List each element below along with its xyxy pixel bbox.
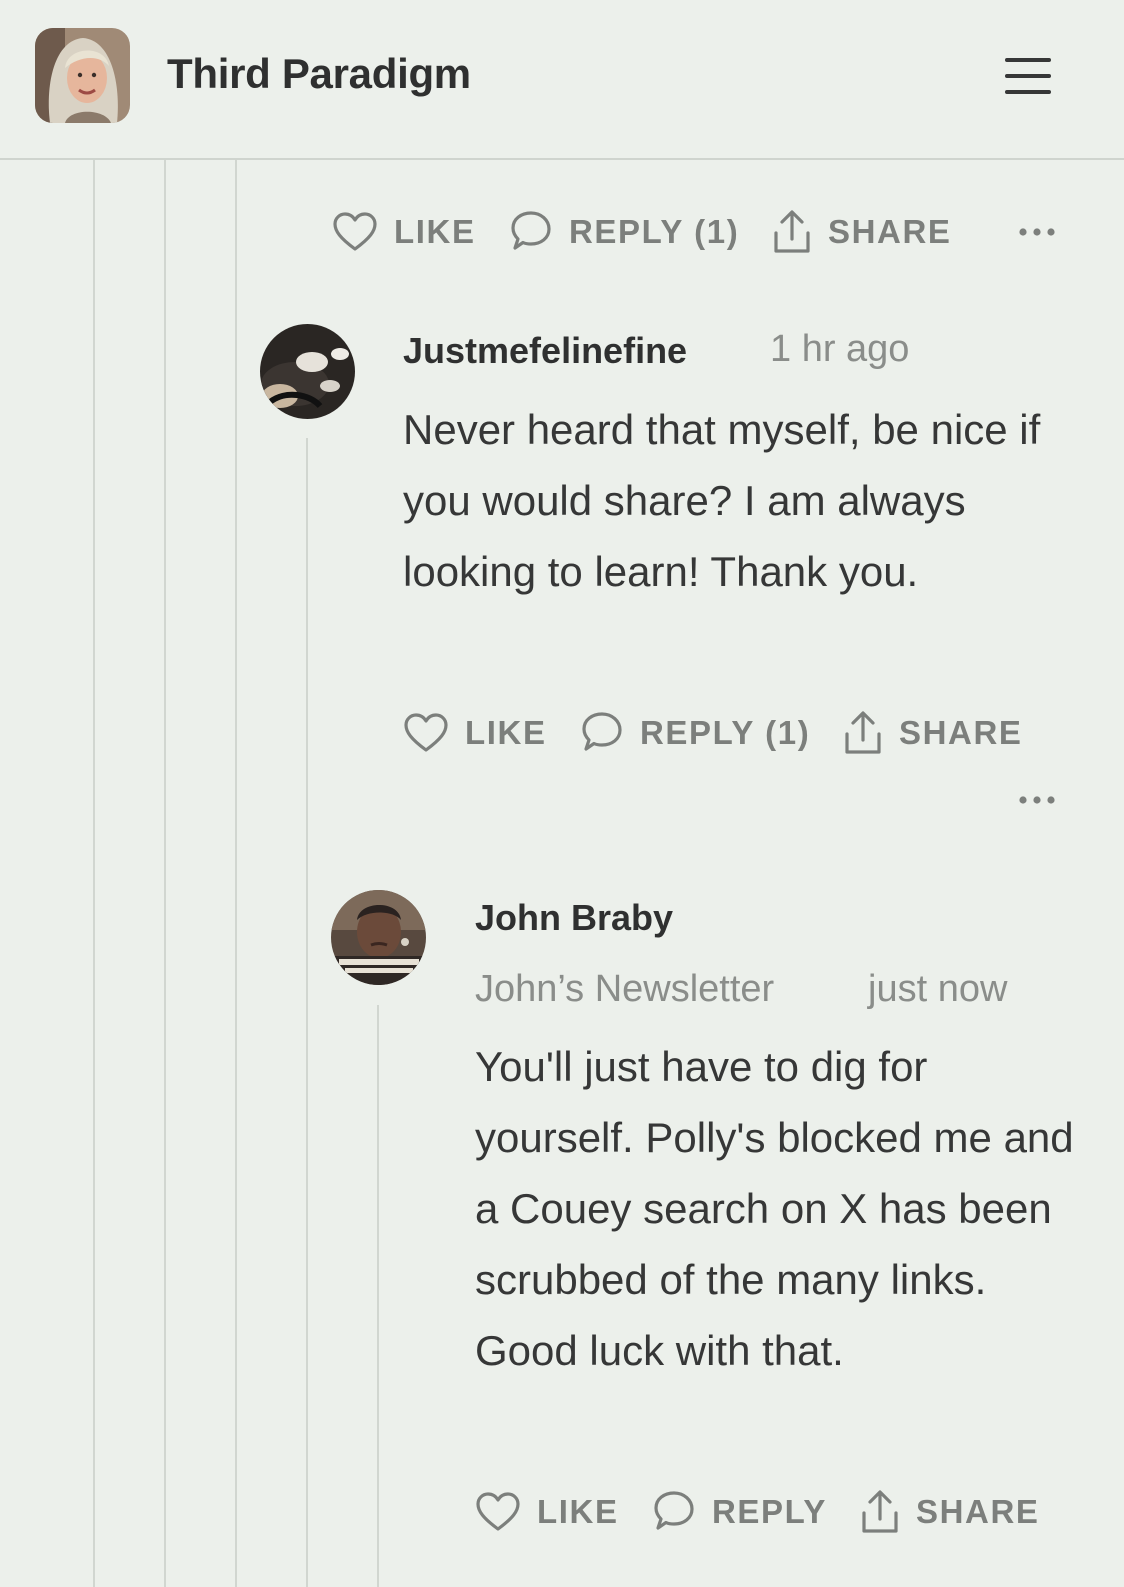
comment-author[interactable]: Justmefelinefine	[403, 330, 687, 372]
reply-label: REPLY (1)	[569, 213, 740, 250]
avatar[interactable]	[260, 324, 355, 419]
share-button[interactable]: SHARE	[772, 207, 952, 257]
reply-button[interactable]: REPLY (1)	[507, 207, 739, 257]
heart-icon	[404, 713, 448, 752]
share-icon	[845, 711, 881, 754]
share-label: SHARE	[828, 213, 952, 250]
like-button[interactable]: LIKE	[332, 207, 476, 257]
menu-button[interactable]	[1000, 50, 1056, 100]
top-header: Third Paradigm	[0, 0, 1124, 160]
parent-comment-actions: LIKE REPLY (1) SHARE	[332, 207, 1072, 257]
more-dots-icon	[1019, 228, 1055, 236]
comment-author[interactable]: John Braby	[475, 897, 673, 939]
heart-icon	[476, 1492, 520, 1531]
share-icon	[774, 210, 810, 253]
share-icon	[862, 1490, 898, 1533]
publication-title[interactable]: Third Paradigm	[167, 50, 471, 98]
heart-icon	[333, 212, 377, 251]
comment-actions: LIKE REPLY (1) SHARE	[403, 708, 1063, 758]
share-label: SHARE	[899, 714, 1023, 751]
comment-actions: LIKE REPLY SHARE	[475, 1487, 1075, 1537]
reply-label: REPLY (1)	[640, 714, 811, 751]
comment-publication[interactable]: John’s Newsletter	[475, 968, 774, 1011]
like-label: LIKE	[394, 213, 476, 250]
reply-label: REPLY	[712, 1493, 827, 1530]
comment-bubble-icon	[654, 1491, 694, 1530]
comment-time[interactable]: just now	[868, 968, 1007, 1011]
like-label: LIKE	[537, 1493, 619, 1530]
reply-button[interactable]: REPLY	[650, 1487, 827, 1537]
more-dots-icon	[1019, 796, 1055, 804]
menu-icon	[1005, 58, 1051, 94]
like-label: LIKE	[465, 714, 547, 751]
thread-line-2	[164, 160, 166, 1587]
comment-bubble-icon	[511, 211, 551, 250]
share-button[interactable]: SHARE	[843, 708, 1023, 758]
like-button[interactable]: LIKE	[403, 708, 547, 758]
publication-avatar[interactable]	[35, 28, 130, 123]
thread-line-4	[306, 438, 308, 1587]
comment-bubble-icon	[582, 712, 622, 751]
more-options-button[interactable]	[1015, 220, 1059, 244]
reply-button[interactable]: REPLY (1)	[578, 708, 810, 758]
thread-line-1	[93, 160, 95, 1587]
more-options-button[interactable]	[1015, 788, 1059, 812]
comment-body: You'll just have to dig for yourself. Po…	[475, 1043, 1074, 1374]
share-label: SHARE	[916, 1493, 1040, 1530]
thread-line-3	[235, 160, 237, 1587]
comment-body: Never heard that myself, be nice if you …	[403, 406, 1041, 595]
avatar[interactable]	[331, 890, 426, 985]
share-button[interactable]: SHARE	[860, 1487, 1040, 1537]
thread-line-5	[377, 1005, 379, 1587]
comment-time[interactable]: 1 hr ago	[770, 328, 909, 371]
like-button[interactable]: LIKE	[475, 1487, 619, 1537]
